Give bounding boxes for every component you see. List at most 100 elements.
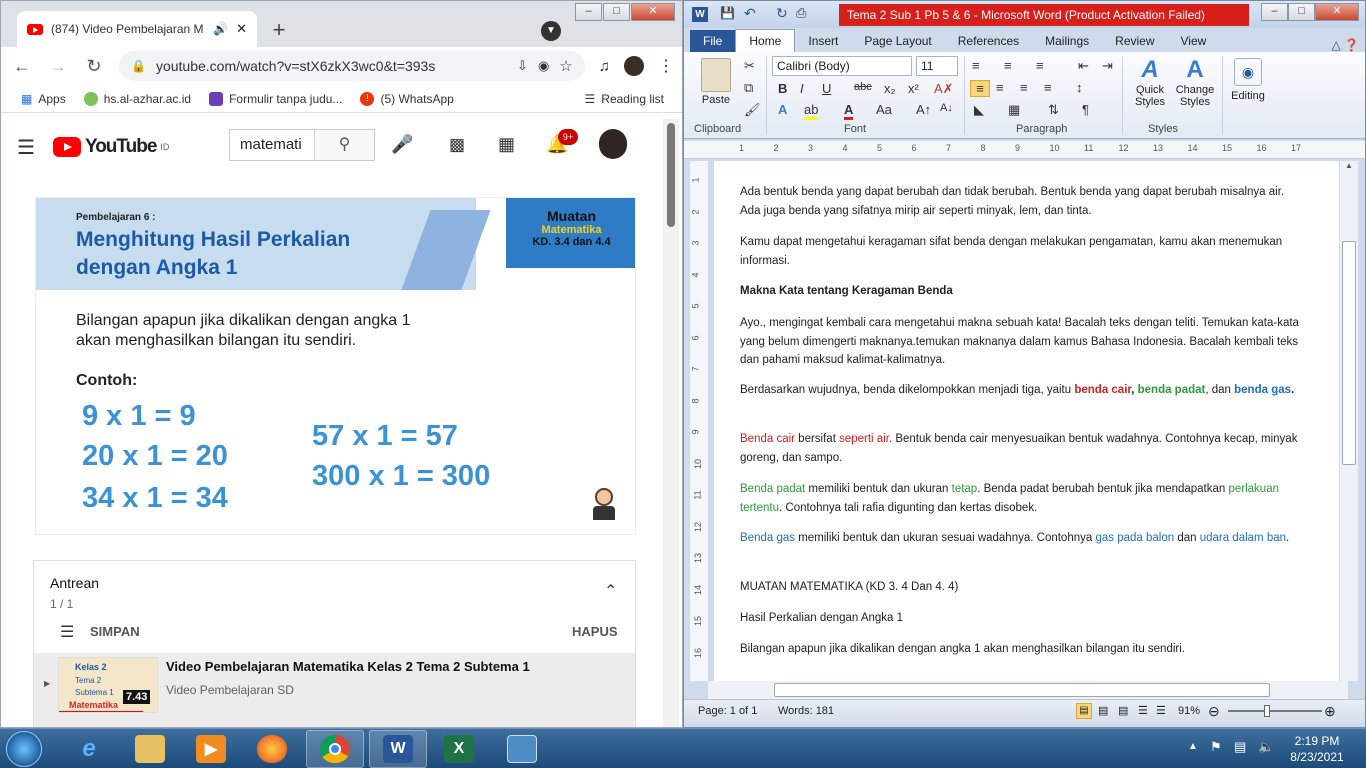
minimize-button[interactable]: – <box>575 3 602 21</box>
copy-icon[interactable]: ⧉ <box>744 80 753 96</box>
page-scrollbar[interactable] <box>663 119 679 727</box>
url-text[interactable]: youtube.com/watch?v=stX6zkX3wc0&t=393s <box>156 58 507 74</box>
tab-search-button[interactable]: ▼ <box>541 21 561 41</box>
doc-paragraph[interactable]: Hasil Perkalian dengan Angka 1 <box>740 609 1300 628</box>
page-count[interactable]: Page: 1 of 1 <box>698 700 757 722</box>
full-screen-reading-icon[interactable]: ▤ <box>1098 700 1108 722</box>
taskbar-control-panel[interactable] <box>493 730 551 768</box>
taskbar-media-player[interactable]: ▶ <box>182 730 240 768</box>
menu-kebab-icon[interactable]: ⋮ <box>658 56 674 76</box>
media-control-icon[interactable]: ♫ <box>599 58 610 75</box>
account-avatar[interactable] <box>599 129 627 159</box>
show-hidden-icons[interactable]: ▲ <box>1188 741 1198 752</box>
text-effects-icon[interactable]: A <box>778 102 787 117</box>
doc-paragraph[interactable]: Ayo., mengingat kembali cara mengetahui … <box>740 314 1300 370</box>
sort-icon[interactable]: ⇅ <box>1048 102 1059 118</box>
vertical-scrollbar[interactable]: ▲ <box>1340 161 1358 681</box>
web-layout-icon[interactable]: ▤ <box>1118 700 1128 722</box>
change-case-icon[interactable]: Aa <box>876 102 892 117</box>
queue-item-title[interactable]: Video Pembelajaran Matematika Kelas 2 Te… <box>166 659 530 674</box>
zoom-level[interactable]: 91% <box>1178 700 1200 722</box>
show-marks-icon[interactable]: ¶ <box>1082 102 1089 117</box>
bookmark-whatsapp[interactable]: ! (5) WhatsApp <box>360 91 454 106</box>
scroll-thumb[interactable] <box>1342 241 1356 465</box>
address-bar[interactable]: 🔒 youtube.com/watch?v=stX6zkX3wc0&t=393s… <box>119 51 585 81</box>
queue-item-channel[interactable]: Video Pembelajaran SD <box>166 683 294 697</box>
youtube-logo[interactable]: YouTube ID <box>52 136 169 158</box>
close-button[interactable]: ✕ <box>631 3 675 21</box>
draft-icon[interactable]: ☰ <box>1156 700 1166 722</box>
scroll-up-icon[interactable]: ▲ <box>1340 161 1358 170</box>
tab-review[interactable]: Review <box>1102 30 1167 52</box>
increase-indent-icon[interactable]: ⇥ <box>1102 58 1113 74</box>
clear-format-icon[interactable]: A✗ <box>934 81 954 97</box>
tab-close-icon[interactable]: ✕ <box>236 21 247 37</box>
align-left-icon[interactable]: ≡ <box>970 80 990 97</box>
playlist-add-icon[interactable]: ☰ <box>60 622 74 642</box>
print-preview-icon[interactable]: ⎙ <box>796 5 806 21</box>
superscript-icon[interactable]: x² <box>908 81 919 96</box>
start-button[interactable] <box>6 731 42 767</box>
browser-tab[interactable]: (874) Video Pembelajaran M 🔊 ✕ <box>17 11 257 47</box>
collapse-chevron-icon[interactable]: ⌃ <box>604 581 617 601</box>
bookmark-alazhar[interactable]: hs.al-azhar.ac.id <box>83 91 191 106</box>
tab-mailings[interactable]: Mailings <box>1032 30 1102 52</box>
format-painter-icon[interactable]: 🖌 <box>744 102 761 118</box>
close-button[interactable]: ✕ <box>1315 3 1359 21</box>
word-count[interactable]: Words: 181 <box>778 700 834 722</box>
audio-icon[interactable]: 🔊 <box>213 22 228 36</box>
minimize-button[interactable]: – <box>1261 3 1288 21</box>
redo-icon[interactable]: ↻ <box>776 5 788 22</box>
document-page[interactable]: Ada bentuk benda yang dapat berubah dan … <box>714 161 1339 681</box>
back-icon[interactable]: ← <box>11 56 33 77</box>
queue-item[interactable]: ▶ Kelas 2 Tema 2 Subtema 1 Matematika 7.… <box>34 653 635 727</box>
tab-page-layout[interactable]: Page Layout <box>851 30 944 52</box>
undo-icon[interactable]: ↶ <box>744 5 756 22</box>
tab-view[interactable]: View <box>1168 30 1220 52</box>
search-input[interactable]: matemati <box>230 130 314 160</box>
font-color-icon[interactable]: A <box>844 102 854 120</box>
vertical-ruler[interactable]: 1 2 3 4 5 6 7 8 9 10 11 12 13 14 15 16 <box>690 161 708 681</box>
zoom-slider[interactable] <box>1228 710 1322 712</box>
justify-icon[interactable]: ≡ <box>1044 80 1052 95</box>
taskbar-chrome[interactable] <box>306 730 364 768</box>
reading-list[interactable]: ☰ Reading list <box>585 92 664 106</box>
install-icon[interactable]: ⇩ <box>517 58 528 74</box>
eye-off-icon[interactable]: ◉ <box>538 58 549 74</box>
restore-button[interactable]: □ <box>1288 3 1315 21</box>
font-name-select[interactable]: Calibri (Body) <box>772 56 912 76</box>
font-size-select[interactable]: 11 <box>916 56 958 76</box>
doc-heading[interactable]: Makna Kata tentang Keragaman Benda <box>740 282 1300 301</box>
flag-icon[interactable]: ⚑ <box>1210 739 1222 755</box>
taskbar-firefox[interactable] <box>243 730 301 768</box>
zoom-out-icon[interactable]: ⊖ <box>1208 700 1220 722</box>
profile-avatar[interactable] <box>624 56 644 76</box>
forward-icon[interactable]: → <box>47 56 69 77</box>
tab-home[interactable]: Home <box>735 29 796 52</box>
search-icon[interactable]: ⚲ <box>314 130 374 160</box>
outline-icon[interactable]: ☰ <box>1138 700 1148 722</box>
underline-icon[interactable]: U <box>822 81 831 96</box>
maximize-button[interactable]: □ <box>603 3 630 21</box>
doc-paragraph[interactable]: Bilangan apapun jika dikalikan dengan an… <box>740 640 1300 659</box>
tab-references[interactable]: References <box>945 30 1032 52</box>
grow-font-icon[interactable]: A↑ <box>916 102 931 117</box>
zoom-thumb[interactable] <box>1264 705 1270 717</box>
doc-paragraph[interactable]: Berdasarkan wujudnya, benda dikelompokka… <box>740 381 1300 400</box>
doc-paragraph[interactable]: MUATAN MATEMATIKA (KD 3. 4 Dan 4. 4) <box>740 578 1300 597</box>
save-icon[interactable]: 💾 <box>720 6 735 20</box>
decrease-indent-icon[interactable]: ⇤ <box>1078 58 1089 74</box>
bookmark-star-icon[interactable]: ☆ <box>559 57 572 75</box>
print-layout-icon[interactable]: ▤ <box>1076 703 1092 719</box>
line-spacing-icon[interactable]: ↕ <box>1076 80 1083 95</box>
volume-icon[interactable]: 🔈 <box>1258 739 1274 755</box>
multilevel-list-icon[interactable]: ≡ <box>1036 58 1044 73</box>
numbering-icon[interactable]: ≡ <box>1004 58 1012 73</box>
tab-file[interactable]: File <box>690 30 736 52</box>
change-styles-button[interactable]: A Change Styles <box>1174 56 1216 108</box>
bullets-icon[interactable]: ≡ <box>972 58 980 73</box>
save-button[interactable]: SIMPAN <box>90 624 140 639</box>
doc-paragraph[interactable]: Benda padat memiliki bentuk dan ukuran t… <box>740 480 1300 517</box>
italic-icon[interactable]: I <box>800 81 804 96</box>
help-icon[interactable]: △ ❓ <box>1331 38 1359 52</box>
